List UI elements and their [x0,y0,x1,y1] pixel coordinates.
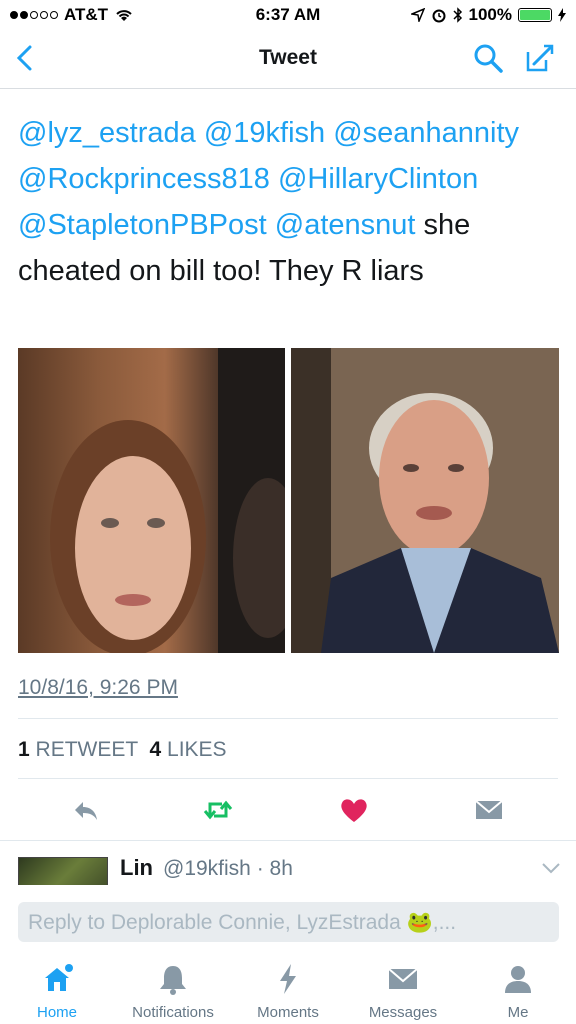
like-heart-icon[interactable] [338,794,370,826]
tab-notifications[interactable]: Notifications [118,962,228,1021]
tab-label: Moments [257,1004,319,1021]
battery-icon [518,8,552,22]
profile-icon [505,966,531,993]
retweet-count[interactable]: 1 [18,738,30,761]
mention-link[interactable]: @StapletonPBPost [18,209,267,241]
mention-link[interactable]: @lyz_estrada [18,117,196,149]
tab-messages[interactable]: Messages [348,962,458,1021]
chevron-down-icon[interactable] [540,861,562,875]
battery-percent: 100% [468,5,512,24]
tab-label: Messages [368,1004,438,1021]
portrait-woman-image [50,348,285,653]
divider [18,778,558,779]
alarm-icon [432,9,446,23]
tweet-timestamp[interactable]: 10/8/16, 9:26 PM [18,676,178,700]
action-bar [0,790,576,830]
navigation-bar: Tweet [0,30,576,89]
mention-link[interactable]: @19kfish [204,117,325,149]
compose-icon[interactable] [524,42,556,74]
reply-tweet-preview[interactable]: Lin @19kfish · 8h [0,840,576,885]
photo-left[interactable] [18,348,285,653]
tab-label: Home [36,1004,77,1021]
reply-icon[interactable] [70,794,102,826]
bell-icon [160,966,186,995]
status-bar: AT&T 6:37 AM 100% [0,0,576,30]
retweet-label[interactable]: RETWEET [36,738,138,761]
bluetooth-icon [452,7,462,23]
photo-right[interactable] [291,348,559,653]
like-label[interactable]: LIKES [167,738,227,761]
reply-input[interactable]: Reply to Deplorable Connie, LyzEstrada 🐸… [18,902,559,942]
tweet-media[interactable] [18,348,559,653]
search-icon[interactable] [472,42,504,74]
mention-link[interactable]: @Rockprincess818 [18,163,270,195]
reply-author-name[interactable]: Lin [120,855,153,881]
tweet-text: @lyz_estrada @19kfish @seanhannity @Rock… [18,110,563,294]
engagement-stats: 1 RETWEET 4 LIKES [18,738,227,762]
mention-link[interactable]: @seanhannity [333,117,519,149]
divider [18,718,558,719]
like-count[interactable]: 4 [150,738,162,761]
mention-link[interactable]: @HillaryClinton [278,163,478,195]
lightning-icon [280,964,296,994]
location-icon [410,8,425,22]
status-right: 100% [410,5,566,25]
reply-author-handle: @19kfish · 8h [163,857,293,880]
charging-icon [558,8,566,22]
mention-link[interactable]: @atensnut [275,209,416,241]
tab-home[interactable]: Home [2,962,112,1021]
reply-placeholder: Reply to Deplorable Connie, LyzEstrada 🐸… [28,911,457,934]
tab-me[interactable]: Me [463,962,573,1021]
avatar[interactable] [18,857,108,885]
retweet-icon[interactable] [202,794,234,826]
tab-label: Me [507,1004,529,1021]
direct-message-icon[interactable] [473,794,505,826]
envelope-icon [388,968,418,989]
portrait-man-image [291,348,559,653]
tab-bar: Home Notifications Moments Messages Me [0,954,576,1024]
tab-label: Notifications [132,1004,214,1021]
tab-moments[interactable]: Moments [233,962,343,1021]
home-icon [45,964,73,991]
